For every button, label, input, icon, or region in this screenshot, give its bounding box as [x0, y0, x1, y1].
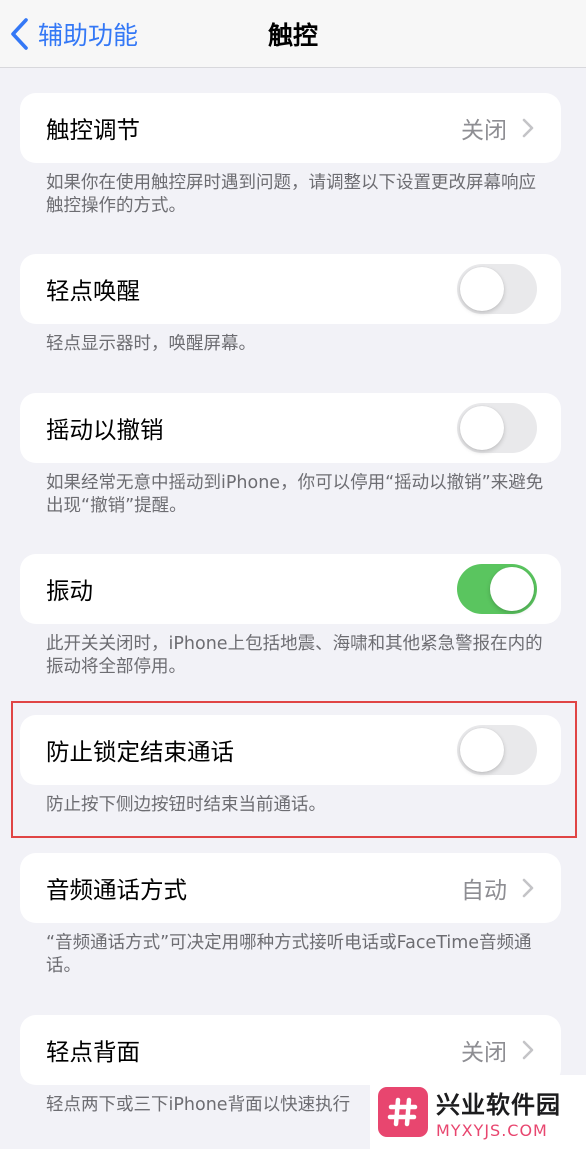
- tap-to-wake-footer: 轻点显示器时，唤醒屏幕。: [46, 334, 256, 354]
- chevron-left-icon: [11, 18, 28, 50]
- chevron-right-icon: [522, 1040, 534, 1060]
- highlight-box: [11, 701, 577, 838]
- tap-to-wake-toggle[interactable]: [457, 264, 537, 314]
- back-button[interactable]: 辅助功能: [8, 14, 138, 54]
- call-audio-routing-value: 自动: [461, 878, 507, 904]
- touch-accommodations-footer: 如果你在使用触控屏时遇到问题，请调整以下设置更改屏幕响应触控操作的方式。: [46, 173, 536, 216]
- vibration-footer: 此开关关闭时，iPhone上包括地震、海啸和其他紧急警报在内的振动将全部停用。: [46, 634, 543, 677]
- vibration-label: 振动: [46, 577, 93, 605]
- back-tap-value: 关闭: [461, 1040, 507, 1066]
- toggle-knob: [490, 567, 534, 611]
- toggle-knob: [460, 267, 504, 311]
- shake-to-undo-toggle[interactable]: [457, 403, 537, 453]
- touch-accommodations-row[interactable]: 触控调节 关闭: [20, 93, 561, 163]
- shake-to-undo-label: 摇动以撤销: [46, 416, 164, 444]
- vibration-row: 振动: [20, 554, 561, 624]
- touch-accommodations-label: 触控调节: [46, 116, 140, 144]
- touch-accommodations-value: 关闭: [461, 118, 507, 144]
- navigation-bar: 辅助功能 触控: [0, 0, 586, 68]
- tap-to-wake-row: 轻点唤醒: [20, 254, 561, 324]
- shake-to-undo-footer: 如果经常无意中摇动到iPhone，你可以停用“摇动以撤销”来避免出现“撤销”提醒…: [46, 473, 544, 516]
- back-tap-footer: 轻点两下或三下iPhone背面以快速执行: [46, 1095, 351, 1115]
- watermark: 兴业软件园 MYXYJS.COM: [370, 1075, 586, 1149]
- tap-to-wake-label: 轻点唤醒: [46, 277, 140, 305]
- watermark-name: 兴业软件园: [436, 1090, 561, 1119]
- settings-screen: 辅助功能 触控 触控调节 关闭 如果你在使用触控屏时遇到问题，请调整以下设置更改…: [0, 0, 586, 1149]
- call-audio-routing-label: 音频通话方式: [46, 876, 187, 904]
- shake-to-undo-row: 摇动以撤销: [20, 393, 561, 463]
- toggle-knob: [460, 406, 504, 450]
- chevron-right-icon: [522, 118, 534, 138]
- back-label: 辅助功能: [38, 21, 139, 50]
- vibration-toggle[interactable]: [457, 564, 537, 614]
- back-tap-label: 轻点背面: [46, 1038, 140, 1066]
- call-audio-routing-row[interactable]: 音频通话方式 自动: [20, 853, 561, 923]
- call-audio-routing-footer: “音频通话方式”可决定用哪种方式接听电话或FaceTime音频通话。: [46, 933, 532, 976]
- hash-logo-icon: [387, 1097, 418, 1127]
- watermark-url: MYXYJS.COM: [436, 1120, 548, 1140]
- chevron-right-icon: [522, 878, 534, 898]
- watermark-logo-icon: [378, 1087, 428, 1137]
